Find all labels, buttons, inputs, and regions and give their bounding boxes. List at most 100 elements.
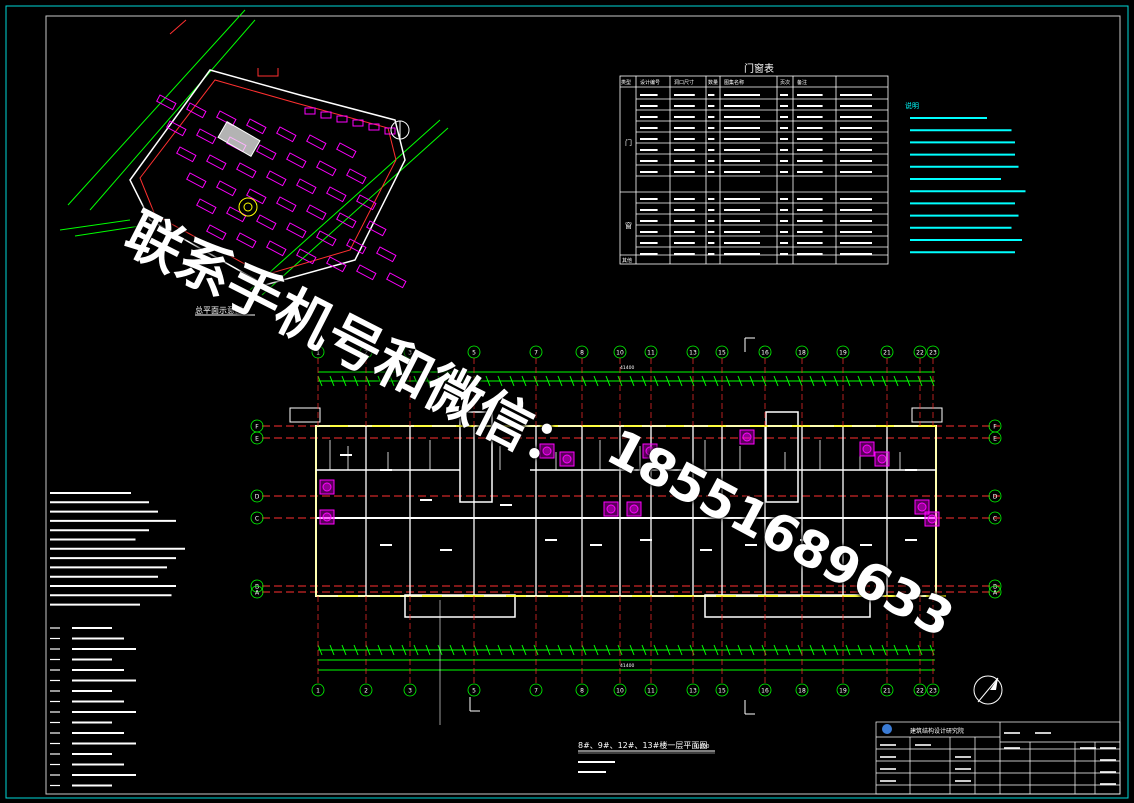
axis-bubble-right-label: D (993, 494, 998, 501)
site-building (296, 178, 317, 195)
axis-bubble-bottom-label: 19 (839, 688, 847, 695)
site-building (384, 127, 396, 135)
axis-bubble-top-label: 23 (929, 350, 937, 357)
fixture-basin (606, 504, 616, 514)
table-header-cell: 数量 (708, 79, 718, 86)
axis-bubble-left-label: A (255, 590, 260, 597)
floor-plan-title: 8#、9#、12#、13#楼一层平面图 (578, 740, 707, 750)
table-group-window: 窗 (625, 221, 632, 230)
site-plan (59, 9, 449, 316)
site-building (326, 256, 347, 273)
table-header-cell: 页次 (780, 79, 790, 86)
door-window-table-title: 门窗表 (744, 62, 774, 75)
axis-bubble-bottom-label: 3 (408, 688, 412, 695)
axis-bubble-left-label: E (255, 436, 259, 443)
axis-bubble-top-label: 2 (364, 350, 368, 357)
axis-bubble-right-label: C (993, 516, 997, 523)
site-building (246, 188, 267, 205)
site-building (246, 118, 267, 135)
table-header-cell: 洞口尺寸 (674, 79, 694, 86)
axis-bubble-bottom-label: 8 (580, 688, 584, 695)
institute-logo-icon (882, 724, 892, 734)
axis-bubble-top-label: 21 (883, 350, 891, 357)
axis-bubble-top-label: 10 (616, 350, 624, 357)
site-building (266, 170, 287, 187)
axis-bubble-right-label: F (993, 424, 997, 431)
axis-bubble-top-label: 18 (798, 350, 806, 357)
site-building (276, 126, 297, 143)
axis-bubble-top-label: 8 (580, 350, 584, 357)
axis-bubble-top-label: 3 (408, 350, 412, 357)
axis-bubble-bottom-label: 10 (616, 688, 624, 695)
overall-dimension-bottom: 41400 (620, 663, 634, 669)
site-building (336, 142, 357, 159)
site-building (356, 264, 377, 281)
axis-bubble-top-label: 7 (534, 350, 538, 357)
site-building (346, 168, 367, 185)
table-header-cell: 备注 (797, 79, 807, 86)
fixture-basin (322, 512, 332, 522)
site-plan-title: 总平面示意图 (195, 305, 243, 315)
axis-bubble-left-label: F (255, 424, 259, 431)
site-building (346, 238, 367, 255)
fixture-basin (562, 454, 572, 464)
axis-bubble-bottom-label: 21 (883, 688, 891, 695)
axis-bubble-top-label: 1 (316, 350, 320, 357)
site-building (386, 272, 407, 289)
axis-bubble-bottom-label: 18 (798, 688, 806, 695)
site-building (196, 198, 217, 215)
site-building (206, 154, 227, 171)
site-building (306, 204, 327, 221)
site-building (304, 107, 316, 115)
site-building (286, 152, 307, 169)
site-building (306, 134, 327, 151)
site-building (256, 214, 277, 231)
site-building (326, 186, 347, 203)
site-building (256, 144, 277, 161)
axis-bubble-top-label: 16 (761, 350, 769, 357)
axis-bubble-top-label: 22 (916, 350, 924, 357)
axis-bubble-bottom-label: 5 (472, 688, 476, 695)
axis-bubble-right-label: A (993, 590, 998, 597)
axis-bubble-top-label: 13 (689, 350, 697, 357)
site-building (316, 160, 337, 177)
site-building (206, 224, 227, 241)
title-block-org: 建筑结构设计研究院 (910, 727, 964, 735)
fixture-basin (917, 502, 927, 512)
fixture-basin (862, 444, 872, 454)
site-building (366, 220, 387, 237)
site-building (236, 232, 257, 249)
axis-bubble-left-label: C (255, 516, 259, 523)
site-building (216, 180, 237, 197)
notes-title: 说明 (905, 101, 919, 110)
cad-drawing-canvas: 总平面示意图 门窗表 类型 设计编号 洞口尺寸 数量 图集名称 页次 备注 门 窗 其他 说… (5, 5, 1129, 799)
fixture-basin (629, 504, 639, 514)
site-building (236, 162, 257, 179)
table-group-other: 其他 (622, 257, 632, 264)
axis-bubble-bottom-label: 23 (929, 688, 937, 695)
fixture-basin (645, 446, 655, 456)
table-header-cell: 类型 (621, 79, 631, 86)
table-group-door: 门 (625, 138, 632, 147)
fixture-basin (542, 446, 552, 456)
site-building (286, 222, 307, 239)
axis-bubble-bottom-label: 13 (689, 688, 697, 695)
axis-bubble-bottom-label: 15 (718, 688, 726, 695)
axis-bubble-top-label: 11 (647, 350, 655, 357)
table-header-cell: 图集名称 (724, 79, 744, 86)
axis-bubble-top-label: 15 (718, 350, 726, 357)
axis-bubble-bottom-label: 1 (316, 688, 320, 695)
axis-bubble-bottom-label: 2 (364, 688, 368, 695)
site-building (176, 146, 197, 163)
site-building (276, 196, 297, 213)
axis-bubble-left-label: D (255, 494, 260, 501)
floor-plan-scale: 1:100 (695, 744, 709, 750)
axis-bubble-bottom-label: 7 (534, 688, 538, 695)
site-building (186, 172, 207, 189)
site-building (166, 120, 187, 137)
axis-bubble-top-label: 5 (472, 350, 476, 357)
door-window-table (619, 75, 889, 265)
axis-bubble-bottom-label: 22 (916, 688, 924, 695)
overall-dimension-top: 41400 (620, 365, 634, 371)
axis-bubble-right-label: E (993, 436, 997, 443)
